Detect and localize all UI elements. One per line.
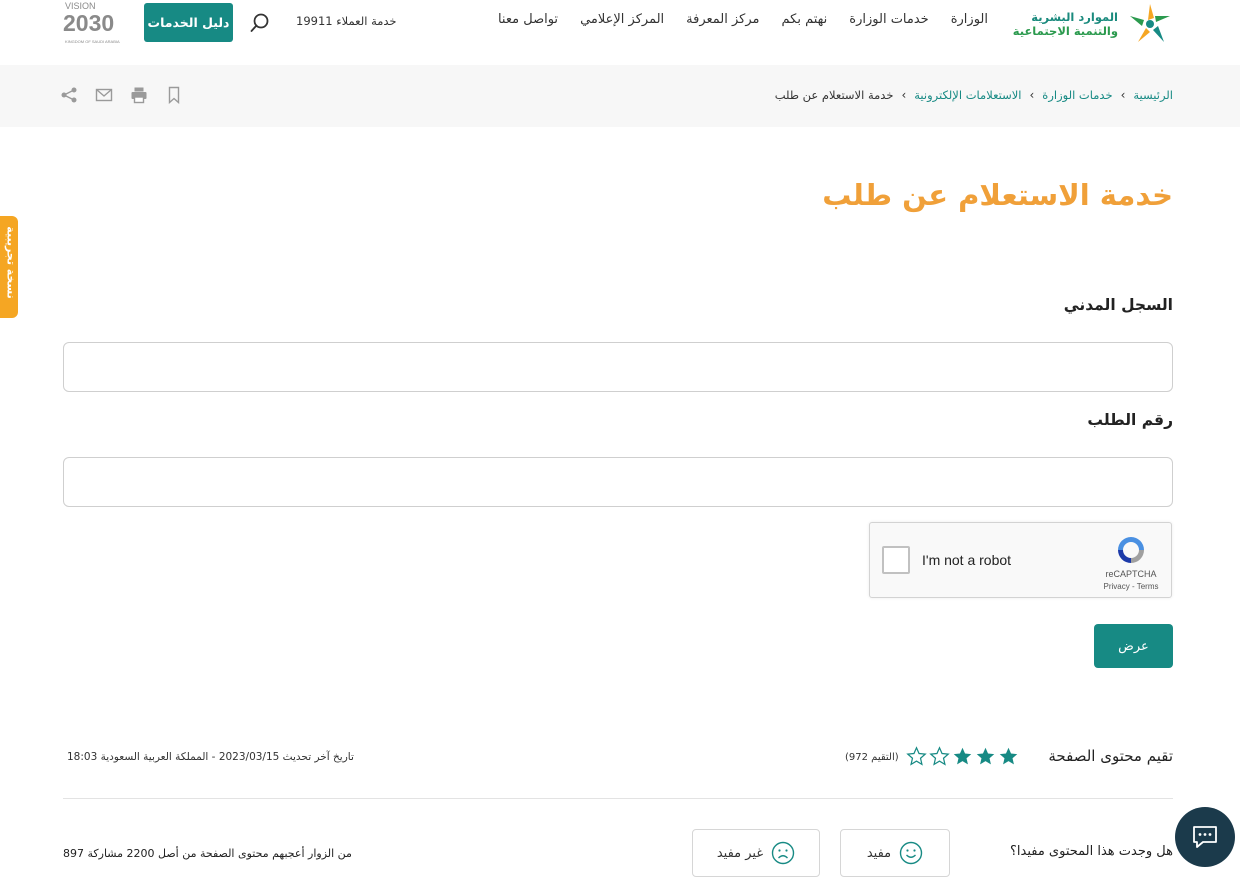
logo-text: الموارد البشرية والتنمية الاجتماعية — [1013, 10, 1118, 38]
vision-year: 2030 — [63, 10, 114, 36]
nav-item-care[interactable]: نهتم بكم — [782, 12, 828, 27]
star-empty-icon[interactable] — [929, 746, 950, 767]
submit-button[interactable]: عرض — [1094, 624, 1173, 668]
page-tools — [60, 86, 183, 104]
chevron-left-icon: ‹ — [901, 88, 907, 102]
star-empty-icon[interactable] — [906, 746, 927, 767]
customer-service-number[interactable]: خدمة العملاء 19911 — [296, 14, 397, 28]
vision-sub: KINGDOM OF SAUDI ARABIA — [65, 39, 120, 44]
visitors-stat: 897 من الزوار أعجبهم محتوى الصفحة من أصل… — [63, 847, 352, 860]
main-nav: الوزارة خدمات الوزارة نهتم بكم مركز المع… — [498, 12, 988, 27]
not-useful-label: غير مفيد — [716, 845, 764, 861]
chat-button[interactable] — [1175, 807, 1235, 867]
useful-button[interactable]: مفيد — [840, 829, 950, 877]
logo-line-2: والتنمية الاجتماعية — [1012, 24, 1118, 38]
breadcrumb: الرئيسية ‹ خدمات الوزارة ‹ الاستعلامات ا… — [775, 88, 1173, 102]
services-guide-button[interactable]: دليل الخدمات — [144, 3, 233, 42]
request-number-label: رقم الطلب — [1087, 411, 1173, 429]
nav-item-media[interactable]: المركز الإعلامي — [580, 12, 664, 27]
recaptcha-label: I'm not a robot — [922, 552, 1012, 568]
vision-2030-logo: VISION 2030 KINGDOM OF SAUDI ARABIA — [63, 1, 120, 44]
page-title: خدمة الاستعلام عن طلب — [822, 178, 1173, 212]
frown-icon — [771, 841, 795, 865]
star-filled-icon[interactable] — [975, 746, 996, 767]
star-filled-icon[interactable] — [952, 746, 973, 767]
civil-record-label: السجل المدني — [1063, 296, 1173, 314]
breadcrumb-inquiries[interactable]: الاستعلامات الإلكترونية — [914, 88, 1021, 102]
search-icon[interactable] — [249, 12, 271, 34]
breadcrumb-services[interactable]: خدمات الوزارة — [1042, 88, 1112, 102]
useful-label: مفيد — [866, 845, 892, 861]
nav-item-ministry[interactable]: الوزارة — [951, 12, 988, 27]
ministry-emblem-icon — [1130, 4, 1170, 42]
logo-line-1: الموارد البشرية — [1031, 10, 1118, 24]
recaptcha-brand: reCAPTCHA — [1105, 569, 1157, 579]
beta-side-tab[interactable]: نسخة تجريبية — [0, 216, 18, 318]
star-filled-icon[interactable] — [998, 746, 1019, 767]
recaptcha-checkbox[interactable] — [882, 546, 910, 574]
breadcrumb-bar: الرئيسية ‹ خدمات الوزارة ‹ الاستعلامات ا… — [0, 65, 1240, 127]
chat-icon — [1193, 826, 1217, 848]
smile-icon — [899, 841, 923, 865]
beta-side-tab-label: نسخة تجريبية — [4, 226, 18, 299]
nav-item-services[interactable]: خدمات الوزارة — [849, 12, 928, 27]
nav-item-knowledge[interactable]: مركز المعرفة — [686, 12, 759, 27]
feedback-question: هل وجدت هذا المحتوى مفيدا؟ — [1010, 844, 1173, 859]
recaptcha-logo-icon — [1118, 537, 1144, 563]
request-number-input[interactable] — [63, 457, 1173, 507]
ministry-logo[interactable]: الموارد البشرية والتنمية الاجتماعية — [1013, 0, 1174, 48]
rating-count: (التقيم 972) — [845, 752, 899, 763]
breadcrumb-home[interactable]: الرئيسية — [1133, 88, 1173, 102]
breadcrumb-current: خدمة الاستعلام عن طلب — [774, 88, 894, 102]
site-header: الموارد البشرية والتنمية الاجتماعية الوز… — [0, 0, 1240, 65]
share-icon[interactable] — [60, 86, 78, 104]
last-updated: تاريخ آخر تحديث 2023/03/15 - المملكة الع… — [67, 751, 354, 763]
civil-record-input[interactable] — [63, 342, 1173, 392]
email-icon[interactable] — [95, 86, 113, 104]
chevron-left-icon: ‹ — [1120, 88, 1126, 102]
not-useful-button[interactable]: غير مفيد — [692, 829, 820, 877]
rating-stars — [906, 746, 1019, 767]
chevron-left-icon: ‹ — [1029, 88, 1035, 102]
divider — [63, 798, 1173, 799]
print-icon[interactable] — [130, 86, 148, 104]
recaptcha-widget: I'm not a robot reCAPTCHA Privacy - Term… — [869, 522, 1172, 598]
recaptcha-terms-link[interactable]: Privacy - Terms — [1095, 582, 1167, 591]
nav-item-contact[interactable]: تواصل معنا — [498, 12, 558, 27]
bookmark-icon[interactable] — [165, 86, 183, 104]
rating-label: تقيم محتوى الصفحة — [1048, 747, 1173, 765]
